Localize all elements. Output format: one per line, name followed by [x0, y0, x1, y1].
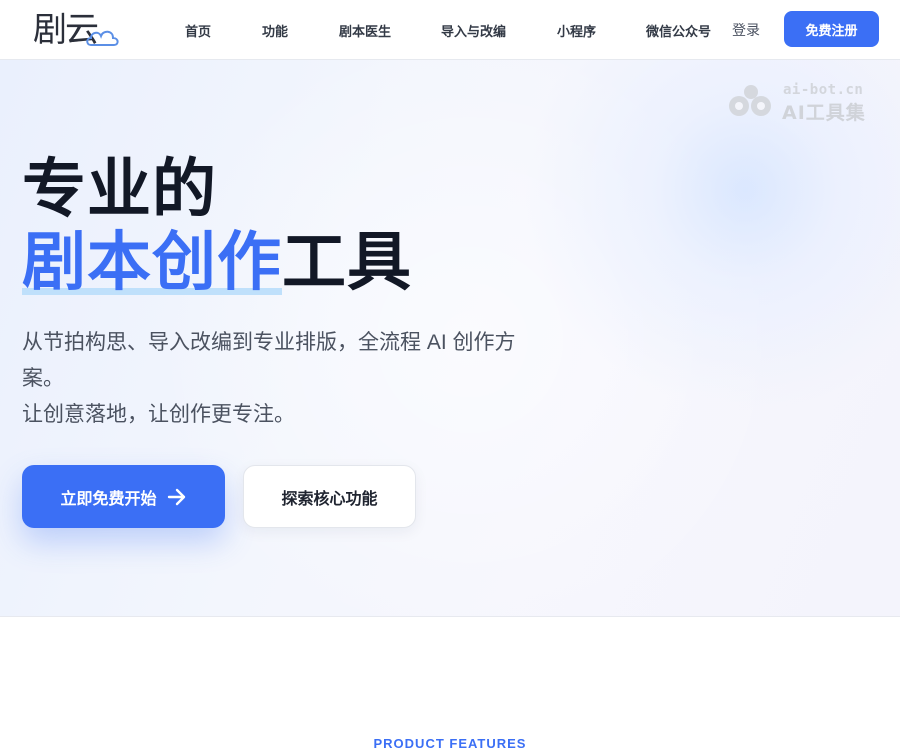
watermark: ai-bot.cn AI工具集 [727, 82, 887, 124]
hero-title-rest: 工具 [282, 226, 412, 298]
hero-title-accent: 剧本创作 [22, 226, 282, 298]
login-link[interactable]: 登录 [732, 0, 760, 60]
site-logo[interactable]: 剧云 [33, 8, 123, 50]
nav-import-adapt[interactable]: 导入与改编 [441, 0, 506, 60]
nav-features[interactable]: 功能 [262, 0, 288, 60]
hero-title-line2: 剧本创作工具 [22, 225, 412, 299]
cloud-icon [86, 30, 119, 46]
arrow-right-icon [167, 488, 185, 505]
hero-section: ai-bot.cn AI工具集 专业的 剧本创作工具 从节拍构思、导入改编到专业… [0, 60, 900, 617]
watermark-domain: ai-bot.cn [783, 82, 864, 98]
nav-mini-program[interactable]: 小程序 [557, 0, 596, 60]
hero-subtitle: 从节拍构思、导入改编到专业排版，全流程 AI 创作方案。 让创意落地，让创作更专… [22, 325, 547, 433]
watermark-logo-icon [729, 85, 771, 116]
nav-home[interactable]: 首页 [185, 0, 211, 60]
explore-features-button[interactable]: 探索核心功能 [243, 465, 416, 528]
hero-subtitle-line1: 从节拍构思、导入改编到专业排版，全流程 AI 创作方案。 [22, 331, 516, 390]
start-free-button[interactable]: 立即免费开始 [22, 465, 225, 528]
features-section-label: PRODUCT FEATURES [373, 736, 527, 750]
watermark-name: AI工具集 [782, 102, 866, 124]
nav-script-doctor[interactable]: 剧本医生 [339, 0, 391, 60]
signup-button[interactable]: 免费注册 [784, 11, 879, 47]
start-free-label: 立即免费开始 [60, 490, 157, 508]
hero-subtitle-line2: 让创意落地，让创作更专注。 [22, 403, 295, 426]
hero-title-line1: 专业的 [22, 153, 217, 225]
nav-wechat-account[interactable]: 微信公众号 [646, 0, 711, 60]
site-header: 剧云 首页 功能 剧本医生 导入与改编 小程序 微信公众号 登录 免费注册 [0, 0, 900, 60]
